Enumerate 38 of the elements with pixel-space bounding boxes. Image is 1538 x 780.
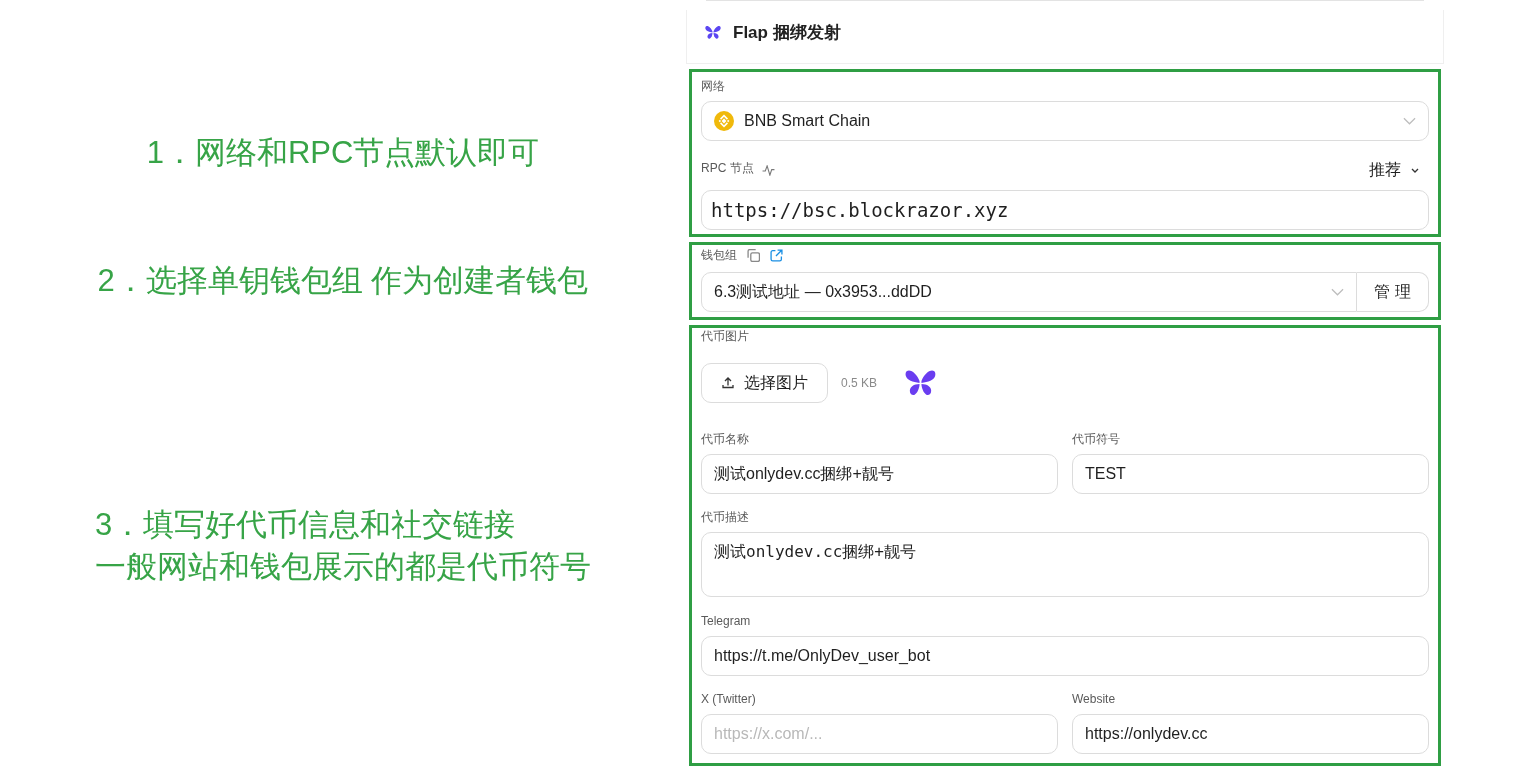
twitter-field[interactable]: https://x.com/... bbox=[701, 714, 1058, 754]
field-label: 代币图片 bbox=[701, 328, 749, 344]
pulse-icon bbox=[761, 164, 775, 176]
butterfly-icon bbox=[905, 370, 937, 396]
copy-icon[interactable] bbox=[747, 248, 760, 262]
annotation-text: 2．选择单钥钱包组 作为创建者钱包 bbox=[97, 262, 589, 300]
field-label: 代币符号 bbox=[1072, 431, 1120, 447]
file-size-text: 0.5 KB bbox=[841, 376, 878, 390]
rpc-url-field[interactable]: https://bsc.blockrazor.xyz bbox=[701, 190, 1429, 230]
description-field[interactable]: 测试onlydev.cc捆绑+靓号 bbox=[701, 532, 1429, 597]
telegram-field[interactable]: https://t.me/OnlyDev_user_bot bbox=[701, 636, 1429, 676]
network-select[interactable]: BNB Smart Chain bbox=[701, 101, 1429, 141]
field-label: 网络 bbox=[701, 78, 725, 94]
rpc-preset-dropdown[interactable]: 推荐 bbox=[1369, 159, 1419, 181]
upload-icon bbox=[721, 377, 734, 389]
annotation-text: 1．网络和RPC节点默认即可 bbox=[146, 134, 540, 172]
field-label: 代币描述 bbox=[701, 509, 749, 525]
field-label: 代币名称 bbox=[701, 431, 749, 447]
butterfly-icon bbox=[705, 25, 721, 39]
external-link-icon[interactable] bbox=[770, 248, 783, 262]
field-label: RPC 节点 bbox=[701, 160, 754, 176]
field-label: Website bbox=[1072, 691, 1116, 707]
manage-button[interactable]: 管 理 bbox=[1357, 272, 1429, 312]
select-image-button[interactable]: 选择图片 bbox=[701, 363, 828, 403]
annotation-text: 一般网站和钱包展示的都是代币符号 bbox=[95, 547, 591, 586]
token-symbol-field[interactable]: TEST bbox=[1072, 454, 1429, 494]
field-label: 钱包组 bbox=[701, 247, 737, 263]
field-label: X (Twitter) bbox=[701, 691, 756, 707]
chevron-down-icon bbox=[1411, 167, 1419, 173]
wallet-group-select[interactable]: 6.3测试地址 — 0x3953...ddDD bbox=[701, 272, 1357, 312]
chevron-down-icon bbox=[1331, 288, 1344, 296]
coin-icon bbox=[714, 111, 734, 131]
website-field[interactable]: https://onlydev.cc bbox=[1072, 714, 1429, 754]
field-label: Telegram bbox=[701, 613, 751, 629]
panel-title: Flap 捆绑发射 bbox=[733, 21, 841, 44]
token-name-field[interactable]: 测试onlydev.cc捆绑+靓号 bbox=[701, 454, 1058, 494]
annotation-text: 3．填写好代币信息和社交链接 bbox=[95, 505, 517, 544]
chevron-down-icon bbox=[1403, 117, 1416, 125]
